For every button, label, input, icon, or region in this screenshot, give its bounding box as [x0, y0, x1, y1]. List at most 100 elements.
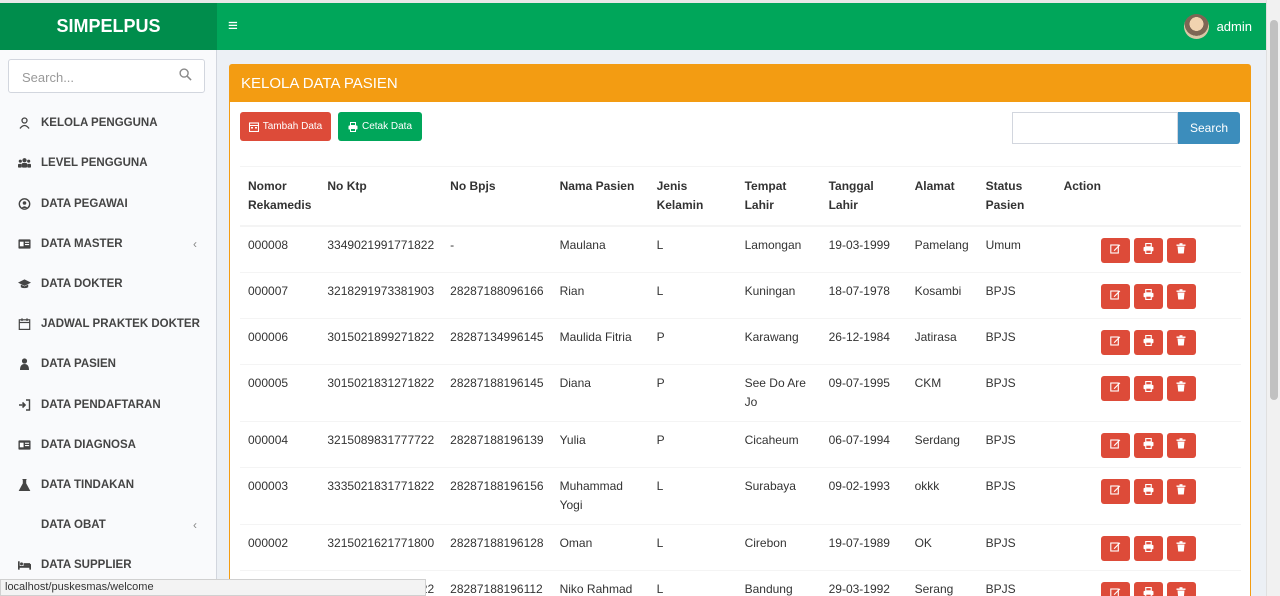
print-button[interactable]	[1133, 284, 1163, 309]
menu-toggle-icon[interactable]: ≡	[228, 16, 238, 36]
add-data-button[interactable]: Tambah Data	[240, 112, 331, 141]
edit-icon	[1110, 539, 1121, 558]
edit-button[interactable]	[1100, 433, 1130, 458]
delete-button[interactable]	[1166, 238, 1196, 263]
table-cell: 09-07-1995	[820, 364, 907, 422]
table-row: 000005 3015021831271822 28287188196145 Dian…	[240, 364, 1241, 422]
table-cell: 000002	[240, 524, 320, 571]
sidebar-search-input[interactable]: Search...	[8, 59, 205, 93]
edit-button[interactable]	[1100, 582, 1130, 596]
delete-button[interactable]	[1166, 479, 1196, 504]
delete-button[interactable]	[1166, 376, 1196, 401]
edit-button[interactable]	[1100, 330, 1130, 355]
table-cell: Cicaheum	[736, 421, 821, 468]
sidebar-item-label: DATA PASIEN	[41, 358, 116, 370]
sidebar-item-data-pasien[interactable]: DATA PASIEN	[0, 344, 217, 384]
col-header: Tanggal Lahir	[820, 166, 907, 227]
table-cell: Bandung	[736, 570, 821, 596]
delete-button[interactable]	[1166, 330, 1196, 355]
search-icon[interactable]	[179, 68, 192, 81]
table-cell: P	[648, 421, 737, 468]
table-cell: OK	[906, 524, 978, 571]
user-icon	[19, 117, 30, 129]
print-button[interactable]	[1133, 330, 1163, 355]
col-header: No Ktp	[319, 166, 443, 227]
page-scrollbar[interactable]	[1266, 0, 1280, 596]
print-icon	[1143, 333, 1154, 352]
user-menu[interactable]: admin	[1183, 14, 1252, 39]
print-data-button[interactable]: Cetak Data	[338, 112, 422, 141]
table-cell: okkk	[906, 467, 978, 525]
print-icon	[1143, 585, 1154, 596]
sidebar-item-jadwal-praktek-dokter[interactable]: JADWAL PRAKTEK DOKTER	[0, 304, 217, 344]
sidebar-item-data-diagnosa[interactable]: DATA DIAGNOSA	[0, 425, 217, 465]
edit-button[interactable]	[1100, 536, 1130, 561]
table-cell: Kuningan	[736, 272, 821, 319]
table-search-input[interactable]	[1012, 112, 1178, 144]
edit-button[interactable]	[1100, 376, 1130, 401]
print-button[interactable]	[1133, 536, 1163, 561]
sidebar-item-kelola-pengguna[interactable]: KELOLA PENGGUNA	[0, 103, 217, 143]
edit-button[interactable]	[1100, 479, 1130, 504]
table-cell: L	[648, 272, 737, 319]
sidebar-item-label: DATA MASTER	[41, 238, 123, 250]
table-cell: BPJS	[977, 272, 1056, 319]
table-cell: 29-03-1992	[820, 570, 907, 596]
search-button[interactable]: Search	[1178, 112, 1240, 144]
id-card-icon	[18, 239, 31, 249]
sidebar-item-data-obat[interactable]: DATA OBAT ‹	[0, 505, 217, 545]
table-cell: 3335021831771822	[319, 467, 443, 525]
sidebar-item-level-pengguna[interactable]: LEVEL PENGGUNA	[0, 143, 217, 183]
edit-button[interactable]	[1100, 238, 1130, 263]
action-cell	[1055, 272, 1241, 319]
print-button[interactable]	[1133, 433, 1163, 458]
print-button[interactable]	[1133, 479, 1163, 504]
status-bar-url: localhost/puskesmas/welcome	[0, 579, 426, 596]
table-cell: 3015021831271822	[319, 364, 443, 422]
trash-icon	[1176, 539, 1186, 558]
print-button[interactable]	[1133, 238, 1163, 263]
action-cell	[1055, 467, 1241, 525]
trash-icon	[1176, 241, 1186, 260]
sidebar-item-data-master[interactable]: DATA MASTER ‹	[0, 224, 217, 264]
table-cell: 28287188196145	[442, 364, 552, 422]
col-header: Status Pasien	[977, 166, 1056, 227]
table-cell: Jatirasa	[906, 318, 978, 365]
edit-button[interactable]	[1100, 284, 1130, 309]
print-icon	[1143, 539, 1154, 558]
table-cell: L	[648, 570, 737, 596]
table-cell: P	[648, 318, 737, 365]
delete-button[interactable]	[1166, 536, 1196, 561]
table-row: 000004 3215089831777722 28287188196139 Yuli…	[240, 421, 1241, 468]
table-cell: 000004	[240, 421, 320, 468]
edit-icon	[1110, 585, 1121, 596]
table-cell: L	[648, 524, 737, 571]
trash-icon	[1176, 333, 1186, 352]
trash-icon	[1176, 585, 1186, 596]
table-cell: 3218291973381903	[319, 272, 443, 319]
sidebar-item-data-pendaftaran[interactable]: DATA PENDAFTARAN	[0, 385, 217, 425]
add-data-label: Tambah Data	[262, 121, 323, 132]
print-button[interactable]	[1133, 376, 1163, 401]
delete-button[interactable]	[1166, 582, 1196, 596]
table-cell: 3015021899271822	[319, 318, 443, 365]
sidebar-item-data-tindakan[interactable]: DATA TINDAKAN	[0, 465, 217, 505]
delete-button[interactable]	[1166, 284, 1196, 309]
app-logo[interactable]: SIMPELPUS	[0, 3, 217, 50]
table-header-row: Nomor Rekamedis No Ktp No Bpjs Nama Pasi…	[240, 166, 1241, 227]
table-cell: Yulia	[551, 421, 649, 468]
sidebar-item-data-dokter[interactable]: DATA DOKTER	[0, 264, 217, 304]
table-cell: 000006	[240, 318, 320, 365]
scrollbar-thumb[interactable]	[1270, 20, 1278, 400]
table-cell: L	[648, 225, 737, 273]
print-icon	[1143, 482, 1154, 501]
sidebar-item-data-pegawai[interactable]: DATA PEGAWAI	[0, 184, 217, 224]
print-button[interactable]	[1133, 582, 1163, 596]
panel-title: KELOLA DATA PASIEN	[230, 65, 1250, 102]
table-row: 000008 3349021991771822- Maulana L Lamongan 1…	[240, 225, 1241, 273]
users-icon	[18, 158, 31, 168]
table-cell: 000007	[240, 272, 320, 319]
delete-button[interactable]	[1166, 433, 1196, 458]
sign-in-icon	[19, 399, 31, 411]
edit-icon	[1110, 241, 1121, 260]
